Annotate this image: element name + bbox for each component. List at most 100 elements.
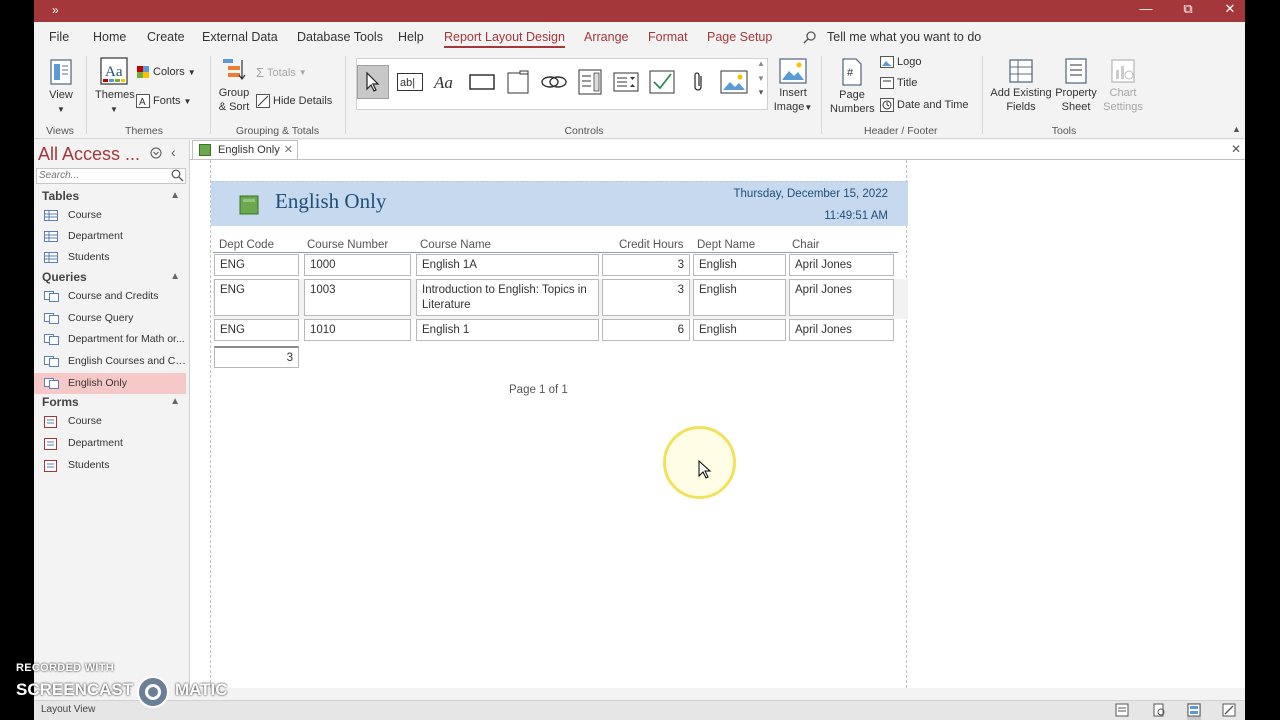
cell-dept-code[interactable]: ENG: [214, 254, 299, 276]
cell-dept-code[interactable]: ENG: [214, 319, 299, 341]
nav-item-table-students[interactable]: Students: [34, 247, 186, 268]
nav-item-table-department[interactable]: Department: [34, 226, 186, 247]
attachment-control-icon[interactable]: [682, 65, 714, 99]
tell-me-box[interactable]: Tell me what you want to do: [827, 30, 981, 44]
minimize-button[interactable]: —: [1125, 0, 1167, 22]
tab-create[interactable]: Create: [147, 30, 185, 44]
column-header-dept-name[interactable]: Dept Name: [697, 239, 755, 251]
page-numbers-button[interactable]: # Page Numbers: [830, 58, 875, 116]
themes-button[interactable]: Aa Themes ▼: [95, 56, 135, 117]
label-control-icon[interactable]: Aa: [430, 65, 462, 99]
document-tab-english-only[interactable]: English Only ✕: [192, 140, 298, 159]
select-pointer-icon[interactable]: [357, 65, 389, 99]
textbox-control-icon[interactable]: ab|: [394, 65, 426, 99]
nav-item-query-english-only[interactable]: English Only: [34, 373, 186, 394]
cell-course-name[interactable]: English 1A: [416, 254, 599, 276]
cell-dept-name[interactable]: English: [693, 319, 786, 341]
tab-help[interactable]: Help: [398, 30, 424, 44]
nav-item-table-course[interactable]: Course: [34, 205, 186, 226]
nav-item-query-course-and-credits[interactable]: Course and Credits: [34, 286, 186, 307]
gallery-more-icon[interactable]: ▾: [754, 87, 768, 98]
page-number-footer[interactable]: Page 1 of 1: [509, 384, 568, 396]
add-existing-fields-button[interactable]: Add Existing Fields: [990, 58, 1052, 114]
colors-button[interactable]: Colors ▼: [136, 65, 196, 79]
button-control-icon[interactable]: [466, 65, 498, 99]
cell-dept-name[interactable]: English: [693, 279, 786, 316]
cell-credit-hours[interactable]: 3: [602, 254, 690, 276]
gallery-scroll[interactable]: ▲ ▼ ▾: [754, 59, 768, 115]
close-document-icon[interactable]: ✕: [1231, 142, 1241, 156]
design-view-icon[interactable]: [1222, 703, 1236, 720]
title-button[interactable]: Title: [880, 77, 917, 89]
view-button[interactable]: View ▼: [46, 58, 76, 117]
cell-credit-hours[interactable]: 6: [602, 319, 690, 341]
cell-chair[interactable]: April Jones: [789, 279, 894, 316]
cell-chair[interactable]: April Jones: [789, 319, 894, 341]
insert-image-button[interactable]: Insert Image▼: [772, 58, 814, 115]
hyperlink-control-icon[interactable]: [538, 65, 570, 99]
nav-section-forms[interactable]: Forms ▲: [34, 392, 190, 412]
cell-dept-code[interactable]: ENG: [214, 279, 299, 316]
report-view-icon[interactable]: [1115, 703, 1129, 720]
quick-access-overflow[interactable]: »: [52, 3, 59, 17]
nav-section-tables[interactable]: Tables ▲: [34, 186, 190, 206]
tab-page-setup[interactable]: Page Setup: [707, 30, 772, 44]
chart-settings-button[interactable]: Chart Settings: [1100, 58, 1146, 114]
totals-button[interactable]: Σ Totals ▼: [256, 65, 307, 80]
column-header-course-name[interactable]: Course Name: [420, 239, 491, 251]
fonts-button[interactable]: A Fonts ▼: [136, 94, 191, 108]
layout-view-icon[interactable]: [1187, 703, 1201, 720]
nav-section-queries[interactable]: Queries ▲: [34, 267, 190, 287]
report-date[interactable]: Thursday, December 15, 2022: [734, 188, 888, 200]
tab-format[interactable]: Format: [648, 30, 688, 44]
report-title[interactable]: English Only: [275, 189, 386, 214]
search-icon[interactable]: [171, 169, 184, 185]
chevron-down-icon[interactable]: ▼: [754, 74, 768, 83]
column-header-course-number[interactable]: Course Number: [307, 239, 388, 251]
tab-home[interactable]: Home: [93, 30, 126, 44]
nav-item-form-course[interactable]: Course: [34, 411, 186, 432]
collapse-ribbon-icon[interactable]: ▲: [1232, 124, 1241, 134]
nav-item-query-english-courses[interactable]: English Courses and Cre...: [34, 351, 186, 372]
record-count-total[interactable]: 3: [214, 346, 299, 368]
report-time[interactable]: 11:49:51 AM: [824, 210, 888, 222]
image-control-icon[interactable]: [718, 65, 750, 99]
report-logo-icon[interactable]: [239, 195, 259, 215]
close-tab-icon[interactable]: ✕: [284, 141, 293, 159]
cell-credit-hours[interactable]: 3: [602, 279, 690, 316]
nav-pane-title[interactable]: All Access ...: [38, 144, 140, 165]
tab-report-layout-design[interactable]: Report Layout Design: [444, 30, 565, 48]
tab-file[interactable]: File: [49, 30, 69, 44]
cell-course-number[interactable]: 1000: [304, 254, 411, 276]
group-sort-button[interactable]: Group & Sort: [218, 56, 250, 114]
cell-chair[interactable]: April Jones: [789, 254, 894, 276]
tab-database-tools[interactable]: Database Tools: [297, 30, 383, 44]
tab-arrange[interactable]: Arrange: [584, 30, 628, 44]
nav-menu-icon[interactable]: [150, 147, 162, 162]
nav-item-form-department[interactable]: Department: [34, 433, 186, 454]
cell-course-name[interactable]: Introduction to English: Topics in Liter…: [416, 279, 599, 316]
web-browser-control-icon[interactable]: [574, 65, 606, 99]
logo-button[interactable]: Logo: [880, 56, 921, 68]
cell-course-number[interactable]: 1010: [304, 319, 411, 341]
navigation-control-icon[interactable]: [610, 65, 642, 99]
cell-course-name[interactable]: English 1: [416, 319, 599, 341]
property-sheet-button[interactable]: Property Sheet: [1052, 58, 1100, 114]
restore-button[interactable]: ⧉: [1167, 0, 1209, 22]
close-window-button[interactable]: ✕: [1209, 0, 1245, 22]
column-header-dept-code[interactable]: Dept Code: [219, 239, 274, 251]
cell-course-number[interactable]: 1003: [304, 279, 411, 316]
cell-dept-name[interactable]: English: [693, 254, 786, 276]
tab-external-data[interactable]: External Data: [202, 30, 278, 44]
date-time-button[interactable]: Date and Time: [880, 98, 969, 112]
print-preview-icon[interactable]: [1152, 703, 1166, 720]
nav-item-query-course-query[interactable]: Course Query: [34, 308, 186, 329]
hide-details-button[interactable]: Hide Details: [256, 94, 332, 108]
column-header-credit-hours[interactable]: Credit Hours: [619, 239, 684, 251]
chevron-up-icon[interactable]: ▲: [754, 59, 768, 68]
column-header-chair[interactable]: Chair: [792, 239, 819, 251]
collapse-nav-icon[interactable]: ‹: [171, 144, 176, 160]
checkbox-control-icon[interactable]: [646, 65, 678, 99]
tab-control-icon[interactable]: [502, 65, 534, 99]
nav-item-form-students[interactable]: Students: [34, 455, 186, 476]
